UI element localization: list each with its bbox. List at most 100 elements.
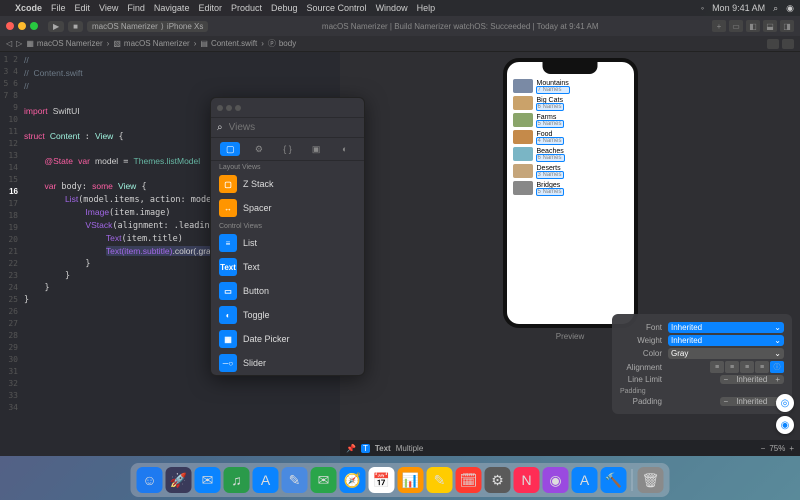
padding-header: Padding (620, 388, 784, 395)
panel-bottom-button[interactable]: ⬓ (763, 20, 777, 32)
menu-debug[interactable]: Debug (271, 3, 298, 13)
siri-icon[interactable]: ◉ (786, 3, 794, 14)
dock-app[interactable]: ✎ (282, 467, 308, 493)
dock-app[interactable]: 🧭 (340, 467, 366, 493)
adjust-editor-button[interactable] (782, 39, 794, 49)
menu-help[interactable]: Help (417, 3, 436, 13)
menu-source-control[interactable]: Source Control (307, 3, 367, 13)
nav-back-icon[interactable]: ◁ (6, 39, 12, 48)
zoom-level[interactable]: 75% (769, 444, 785, 453)
lib-zoom-icon[interactable] (235, 105, 241, 111)
lib-min-icon[interactable] (226, 105, 232, 111)
padding-stepper[interactable]: −Inherited+ (720, 397, 784, 406)
row-title: Bridges (537, 182, 563, 189)
dock-app[interactable]: ♫ (224, 467, 250, 493)
list-item[interactable]: Big Cats6 Names (511, 95, 630, 111)
panel-left-button[interactable]: ◧ (746, 20, 760, 32)
panel-right-button[interactable]: ◨ (780, 20, 794, 32)
line-limit-stepper[interactable]: −Inherited+ (720, 375, 784, 384)
menu-editor[interactable]: Editor (198, 3, 222, 13)
zoom-button[interactable] (30, 22, 38, 30)
menu-edit[interactable]: Edit (75, 3, 91, 13)
dock-app[interactable]: A (572, 467, 598, 493)
dock-app[interactable]: ✎ (427, 467, 453, 493)
library-item[interactable]: ▦Date Picker (211, 327, 364, 351)
dock-app[interactable]: A (253, 467, 279, 493)
library-item[interactable]: ▭Button (211, 279, 364, 303)
list-item[interactable]: Deserts3 Names (511, 163, 630, 179)
lib-item-icon: ─○ (219, 354, 237, 372)
weight-popup[interactable]: Inherited⌄ (668, 335, 784, 346)
library-item[interactable]: TextText (211, 255, 364, 279)
live-preview-button[interactable]: ◎ (776, 394, 794, 412)
list-item[interactable]: Bridges5 Names (511, 180, 630, 196)
dock-app[interactable]: N (514, 467, 540, 493)
spotlight-icon[interactable]: ⌕ (773, 3, 778, 14)
menu-product[interactable]: Product (231, 3, 262, 13)
row-subtitle[interactable]: 4 Names (537, 138, 563, 144)
list-item[interactable]: Mountains7 Names (511, 78, 630, 94)
library-item[interactable]: ≡List (211, 231, 364, 255)
lib-tab-views[interactable]: ▢ (220, 142, 240, 156)
dock-app[interactable]: 🗓 (456, 467, 482, 493)
library-button[interactable]: + (712, 20, 726, 32)
list-item[interactable]: Food4 Names (511, 129, 630, 145)
dock-app[interactable]: 📊 (398, 467, 424, 493)
alignment-segmented[interactable]: ≡≡≡≡ⓘ (710, 361, 784, 373)
list-item[interactable]: Farms5 Names (511, 112, 630, 128)
crumb-file[interactable]: ▤ Content.swift (200, 39, 257, 48)
scheme-selector[interactable]: macOS Namerizer ⟩ iPhone Xs (87, 21, 208, 32)
lib-tab-snippets[interactable]: { } (277, 142, 297, 156)
library-item[interactable]: ↔Spacer (211, 196, 364, 220)
lib-close-icon[interactable] (217, 105, 223, 111)
library-item[interactable]: ◐Toggle (211, 303, 364, 327)
lib-tab-color[interactable]: ◐ (335, 142, 355, 156)
row-subtitle[interactable]: 5 Names (537, 121, 563, 127)
font-popup[interactable]: Inherited⌄ (668, 322, 784, 333)
stop-button[interactable]: ■ (68, 21, 83, 32)
zoom-out-button[interactable]: − (761, 444, 766, 453)
menu-find[interactable]: Find (127, 3, 145, 13)
wifi-icon[interactable]: ◦ (701, 3, 704, 13)
dock-app[interactable]: 🔨 (601, 467, 627, 493)
nav-fwd-icon[interactable]: ▷ (16, 39, 22, 48)
app-menu[interactable]: Xcode (15, 3, 42, 13)
minimize-button[interactable] (18, 22, 26, 30)
library-search-input[interactable] (229, 122, 361, 133)
zoom-in-button[interactable]: + (789, 444, 794, 453)
dock-app[interactable]: ◉ (543, 467, 569, 493)
row-subtitle[interactable]: 5 Names (537, 189, 563, 195)
minimap-button[interactable] (767, 39, 779, 49)
pin-preview-button[interactable]: ◉ (776, 416, 794, 434)
close-button[interactable] (6, 22, 14, 30)
library-item[interactable]: ─○Slider (211, 351, 364, 375)
row-subtitle[interactable]: 6 Names (537, 155, 564, 161)
pin-icon[interactable]: 📌 (346, 444, 356, 453)
library-item[interactable]: ▢Z Stack (211, 172, 364, 196)
row-subtitle[interactable]: 6 Names (537, 104, 563, 110)
lib-tab-media[interactable]: ▣ (306, 142, 326, 156)
row-subtitle[interactable]: 3 Names (537, 172, 563, 178)
dock-app[interactable]: ⚙ (485, 467, 511, 493)
menu-file[interactable]: File (51, 3, 66, 13)
crumb-folder[interactable]: ▧ macOS Namerizer (113, 39, 189, 48)
dock-app[interactable]: ☺ (137, 467, 163, 493)
run-button[interactable]: ▶ (48, 21, 64, 32)
dock-app[interactable]: 📅 (369, 467, 395, 493)
lib-item-icon: ▢ (219, 175, 237, 193)
crumb-project[interactable]: ▦ macOS Namerizer (26, 39, 102, 48)
menu-window[interactable]: Window (376, 3, 408, 13)
crumb-symbol[interactable]: ⓟ body (268, 38, 296, 49)
clock[interactable]: Mon 9:41 AM (712, 3, 765, 13)
dock-app[interactable]: ✉ (195, 467, 221, 493)
color-popup[interactable]: Gray⌄ (668, 348, 784, 359)
row-subtitle[interactable]: 7 Names (537, 87, 569, 93)
list-item[interactable]: Beaches6 Names (511, 146, 630, 162)
menu-view[interactable]: View (99, 3, 118, 13)
dock-app[interactable]: ✉ (311, 467, 337, 493)
editor-mode-button[interactable]: ▭ (729, 20, 743, 32)
menu-navigate[interactable]: Navigate (154, 3, 190, 13)
dock-app[interactable]: 🚀 (166, 467, 192, 493)
lib-tab-modifiers[interactable]: ⚙ (249, 142, 269, 156)
dock-trash[interactable]: 🗑 (638, 467, 664, 493)
